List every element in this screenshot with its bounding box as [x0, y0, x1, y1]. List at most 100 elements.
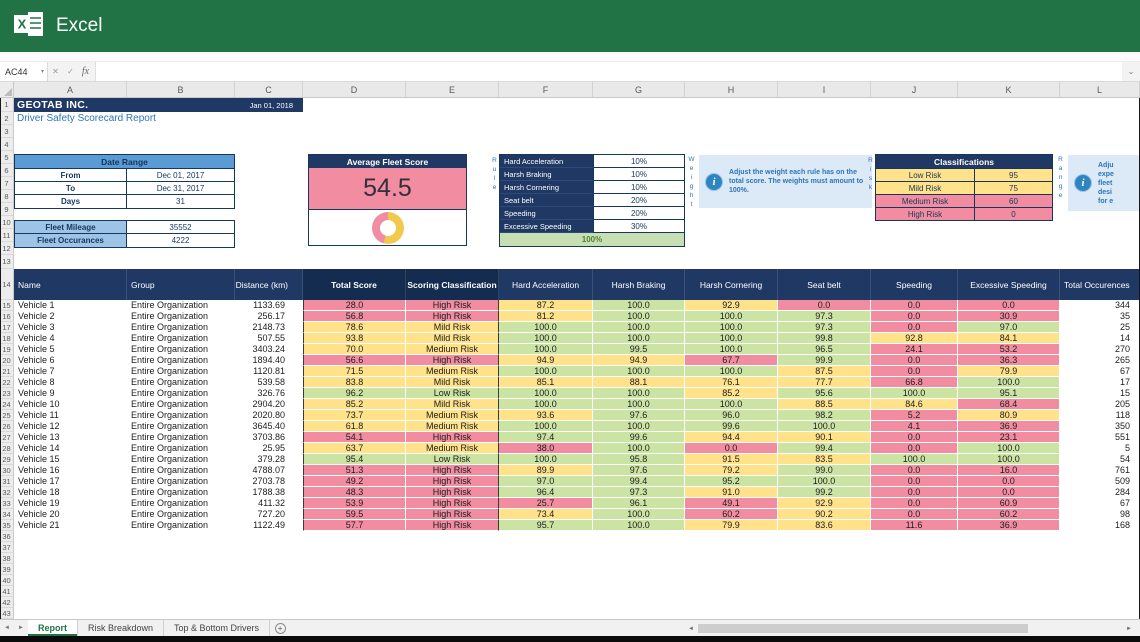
cell-speeding[interactable]: 24.1 — [871, 344, 958, 355]
average-fleet-score-value[interactable]: 54.5 — [309, 168, 466, 210]
cell-name[interactable]: Vehicle 4 — [14, 333, 127, 344]
cell-excessive-speeding[interactable]: 0.0 — [958, 487, 1060, 498]
column-header-j[interactable]: J — [871, 82, 958, 97]
column-excessive-speeding[interactable]: Excessive Speeding — [958, 269, 1060, 300]
cell-harsh-braking[interactable]: 97.3 — [593, 487, 685, 498]
row-header-33[interactable]: 33 — [0, 498, 14, 509]
cell-hard-acceleration[interactable]: 96.4 — [499, 487, 593, 498]
cell-harsh-braking[interactable]: 99.6 — [593, 432, 685, 443]
sheet-tab-top-bottom-drivers[interactable]: Top & Bottom Drivers — [164, 620, 270, 636]
cell-excessive-speeding[interactable]: 30.9 — [958, 311, 1060, 322]
cell-speeding[interactable]: 66.8 — [871, 377, 958, 388]
cell-total-occurences[interactable]: 265 — [1060, 355, 1140, 366]
cell-seat-belt[interactable]: 97.3 — [778, 322, 871, 333]
cancel-icon[interactable]: ✕ — [48, 62, 63, 81]
cell-harsh-braking[interactable]: 94.9 — [593, 355, 685, 366]
rule-label[interactable]: Hard Acceleration — [500, 155, 593, 168]
column-group[interactable]: Group — [127, 269, 235, 300]
cell-scoring-classification[interactable]: High Risk — [406, 498, 499, 509]
classification-range[interactable]: 0 — [975, 208, 1052, 220]
row-header-15[interactable]: 15 — [0, 300, 14, 311]
row-header-24[interactable]: 24 — [0, 399, 14, 410]
cell-seat-belt[interactable]: 99.0 — [778, 465, 871, 476]
cell-scoring-classification[interactable]: Low Risk — [406, 454, 499, 465]
cell-scoring-classification[interactable]: High Risk — [406, 487, 499, 498]
cell-name[interactable]: Vehicle 16 — [14, 465, 127, 476]
date-range-value[interactable]: Dec 01, 2017 — [127, 169, 234, 181]
cell-excessive-speeding[interactable]: 80.9 — [958, 410, 1060, 421]
cell-total-occurences[interactable]: 35 — [1060, 311, 1140, 322]
cell-seat-belt[interactable]: 88.5 — [778, 399, 871, 410]
fleet-label[interactable]: Fleet Occurances — [15, 234, 127, 247]
row-header-19[interactable]: 19 — [0, 344, 14, 355]
cell-total-occurences[interactable]: 168 — [1060, 520, 1140, 531]
select-all-corner[interactable] — [0, 82, 14, 97]
cell-hard-acceleration[interactable]: 85.1 — [499, 377, 593, 388]
cell-harsh-cornering[interactable]: 100.0 — [685, 311, 778, 322]
cell-seat-belt[interactable]: 99.2 — [778, 487, 871, 498]
cell-excessive-speeding[interactable]: 36.9 — [958, 520, 1060, 531]
cell-seat-belt[interactable]: 100.0 — [778, 476, 871, 487]
cell-scoring-classification[interactable]: High Risk — [406, 465, 499, 476]
cell-distance-km[interactable]: 539.58 — [235, 377, 303, 388]
row-header-20[interactable]: 20 — [0, 355, 14, 366]
cell-hard-acceleration[interactable]: 38.0 — [499, 443, 593, 454]
cell-hard-acceleration[interactable]: 97.4 — [499, 432, 593, 443]
cell-harsh-braking[interactable]: 100.0 — [593, 443, 685, 454]
cell-hard-acceleration[interactable]: 100.0 — [499, 454, 593, 465]
cell-harsh-cornering[interactable]: 100.0 — [685, 322, 778, 333]
cell-total-occurences[interactable]: 25 — [1060, 322, 1140, 333]
formula-input[interactable] — [95, 62, 1122, 81]
cell-hard-acceleration[interactable]: 95.7 — [499, 520, 593, 531]
cell-total-score[interactable]: 93.8 — [303, 333, 406, 344]
cell-harsh-braking[interactable]: 88.1 — [593, 377, 685, 388]
cell-total-occurences[interactable]: 761 — [1060, 465, 1140, 476]
row-header-5[interactable]: 5 — [0, 151, 14, 164]
cell-distance-km[interactable]: 1788.38 — [235, 487, 303, 498]
cell-excessive-speeding[interactable]: 95.1 — [958, 388, 1060, 399]
cell-distance-km[interactable]: 1122.49 — [235, 520, 303, 531]
column-header-c[interactable]: C — [235, 82, 303, 97]
cell-distance-km[interactable]: 727.20 — [235, 509, 303, 520]
scrollbar-thumb[interactable] — [698, 624, 1028, 633]
cell-hard-acceleration[interactable]: 89.9 — [499, 465, 593, 476]
cell-speeding[interactable]: 0.0 — [871, 509, 958, 520]
rule-weight[interactable]: 20% — [593, 194, 684, 207]
cell-harsh-braking[interactable]: 99.5 — [593, 344, 685, 355]
cell-speeding[interactable]: 0.0 — [871, 355, 958, 366]
row-header-22[interactable]: 22 — [0, 377, 14, 388]
row-header-4[interactable]: 4 — [0, 138, 14, 151]
cell-total-occurences[interactable]: 551 — [1060, 432, 1140, 443]
row-header-18[interactable]: 18 — [0, 333, 14, 344]
cell-excessive-speeding[interactable]: 60.2 — [958, 509, 1060, 520]
cell-distance-km[interactable]: 4788.07 — [235, 465, 303, 476]
cell-hard-acceleration[interactable]: 73.4 — [499, 509, 593, 520]
cell-distance-km[interactable]: 411.32 — [235, 498, 303, 509]
column-header-d[interactable]: D — [303, 82, 406, 97]
cell-scoring-classification[interactable]: High Risk — [406, 300, 499, 311]
cell-harsh-cornering[interactable]: 100.0 — [685, 366, 778, 377]
cell-speeding[interactable]: 5.2 — [871, 410, 958, 421]
cell-total-score[interactable]: 57.7 — [303, 520, 406, 531]
cell-excessive-speeding[interactable]: 0.0 — [958, 300, 1060, 311]
cell-distance-km[interactable]: 3703.86 — [235, 432, 303, 443]
cell-total-occurences[interactable]: 205 — [1060, 399, 1140, 410]
cell-total-score[interactable]: 96.2 — [303, 388, 406, 399]
cell-harsh-cornering[interactable]: 79.9 — [685, 520, 778, 531]
cell-total-score[interactable]: 49.2 — [303, 476, 406, 487]
column-header-i[interactable]: I — [778, 82, 871, 97]
cell-hard-acceleration[interactable]: 100.0 — [499, 322, 593, 333]
cell-name[interactable]: Vehicle 3 — [14, 322, 127, 333]
cell-excessive-speeding[interactable]: 100.0 — [958, 454, 1060, 465]
cell-harsh-cornering[interactable]: 67.7 — [685, 355, 778, 366]
row-header-8[interactable]: 8 — [0, 190, 14, 203]
column-header-a[interactable]: A — [14, 82, 127, 97]
classification-label[interactable]: Medium Risk — [876, 195, 975, 207]
column-header-k[interactable]: K — [958, 82, 1060, 97]
cell-name[interactable]: Vehicle 14 — [14, 443, 127, 454]
cell-distance-km[interactable]: 2020.80 — [235, 410, 303, 421]
cell-hard-acceleration[interactable]: 81.2 — [499, 311, 593, 322]
cell-harsh-braking[interactable]: 100.0 — [593, 300, 685, 311]
cell-seat-belt[interactable]: 87.5 — [778, 366, 871, 377]
cell-distance-km[interactable]: 2703.78 — [235, 476, 303, 487]
